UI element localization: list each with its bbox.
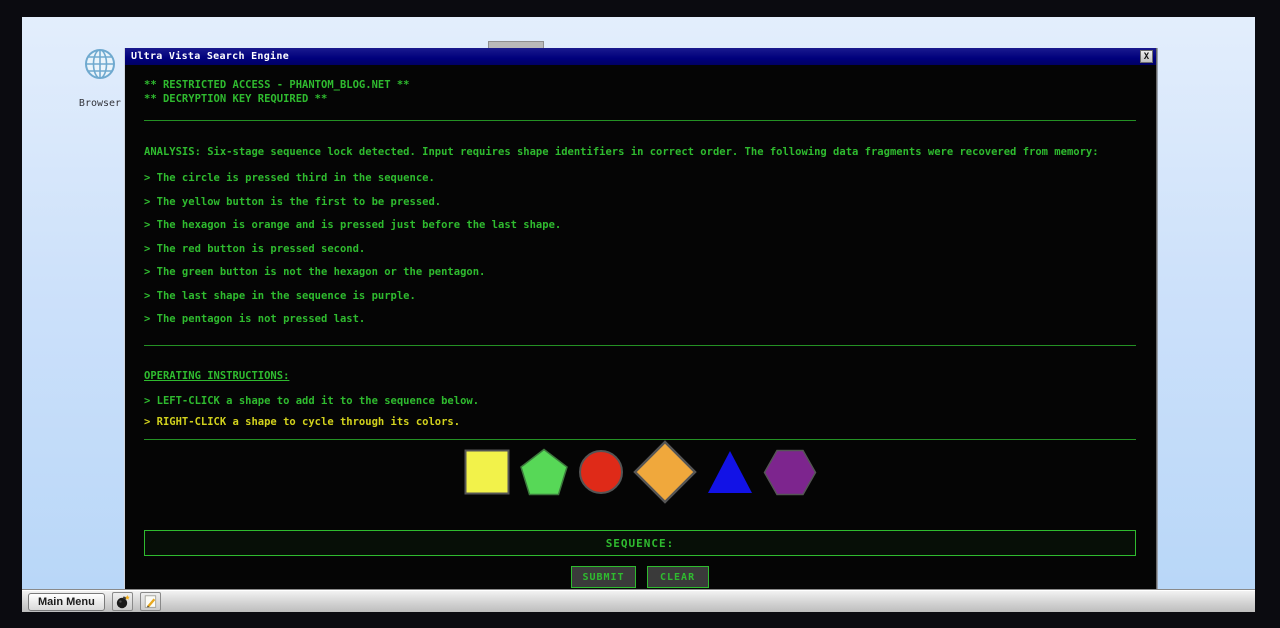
- clue-pentagon-not-last: > The pentagon is not pressed last.: [144, 313, 366, 325]
- shape-button-square[interactable]: [464, 449, 510, 495]
- browser-icon-label: Browser: [78, 98, 122, 109]
- desktop: Browser Ultra Vista Search Engine X ** R…: [22, 17, 1255, 612]
- ultra-vista-window: Ultra Vista Search Engine X ** RESTRICTE…: [124, 48, 1157, 590]
- separator-middle: [144, 345, 1136, 346]
- taskbar: Main Menu: [22, 590, 1255, 612]
- shape-button-circle[interactable]: [578, 449, 624, 495]
- window-titlebar[interactable]: Ultra Vista Search Engine X: [125, 48, 1156, 65]
- decryption-key-line: ** DECRYPTION KEY REQUIRED **: [144, 93, 328, 105]
- action-buttons-row: SUBMIT CLEAR: [144, 566, 1136, 588]
- square-shape: [464, 449, 509, 495]
- hexagon-shape: [763, 449, 816, 495]
- clue-circle-third: > The circle is pressed third in the seq…: [144, 172, 435, 184]
- shape-button-triangle[interactable]: [706, 449, 754, 495]
- diamond-shape: [632, 440, 697, 504]
- restricted-access-line: ** RESTRICTED ACCESS - PHANTOM_BLOG.NET …: [144, 79, 410, 91]
- window-title: Ultra Vista Search Engine: [131, 51, 290, 62]
- close-button[interactable]: X: [1140, 50, 1153, 63]
- bomb-icon: [115, 594, 130, 609]
- sequence-label: SEQUENCE:: [605, 536, 675, 550]
- clue-red-second: > The red button is pressed second.: [144, 242, 366, 255]
- left-click-instruction: > LEFT-CLICK a shape to add it to the se…: [144, 395, 480, 407]
- notes-button[interactable]: [139, 592, 161, 611]
- main-menu-button[interactable]: Main Menu: [28, 592, 105, 611]
- analysis-line: ANALYSIS: Six-stage sequence lock detect…: [144, 146, 1099, 158]
- pencil-icon: [143, 594, 158, 609]
- terminal-content: ** RESTRICTED ACCESS - PHANTOM_BLOG.NET …: [125, 65, 1156, 588]
- clue-hexagon-orange: > The hexagon is orange and is pressed j…: [144, 219, 562, 231]
- shape-button-pentagon[interactable]: [519, 448, 569, 496]
- shape-button-hexagon[interactable]: [763, 449, 817, 496]
- shape-buttons-row: [144, 440, 1136, 504]
- bomb-button[interactable]: [111, 592, 133, 611]
- game-frame: Browser Ultra Vista Search Engine X ** R…: [0, 0, 1280, 628]
- clear-button[interactable]: CLEAR: [646, 566, 709, 588]
- separator-top: [144, 120, 1136, 121]
- shape-button-diamond[interactable]: [632, 440, 697, 504]
- clue-yellow-first: > The yellow button is the first to be p…: [144, 195, 442, 208]
- triangle-shape: [707, 451, 752, 493]
- operating-instructions-heading: OPERATING INSTRUCTIONS:: [144, 370, 290, 382]
- clue-green-not-hex-pent: > The green button is not the hexagon or…: [144, 266, 486, 278]
- sequence-display-box: SEQUENCE:: [144, 530, 1136, 556]
- right-click-instruction: > RIGHT-CLICK a shape to cycle through i…: [144, 416, 461, 428]
- submit-button[interactable]: SUBMIT: [571, 566, 636, 588]
- pentagon-shape: [519, 448, 568, 496]
- circle-shape: [578, 450, 623, 494]
- clue-last-purple: > The last shape in the sequence is purp…: [144, 289, 416, 302]
